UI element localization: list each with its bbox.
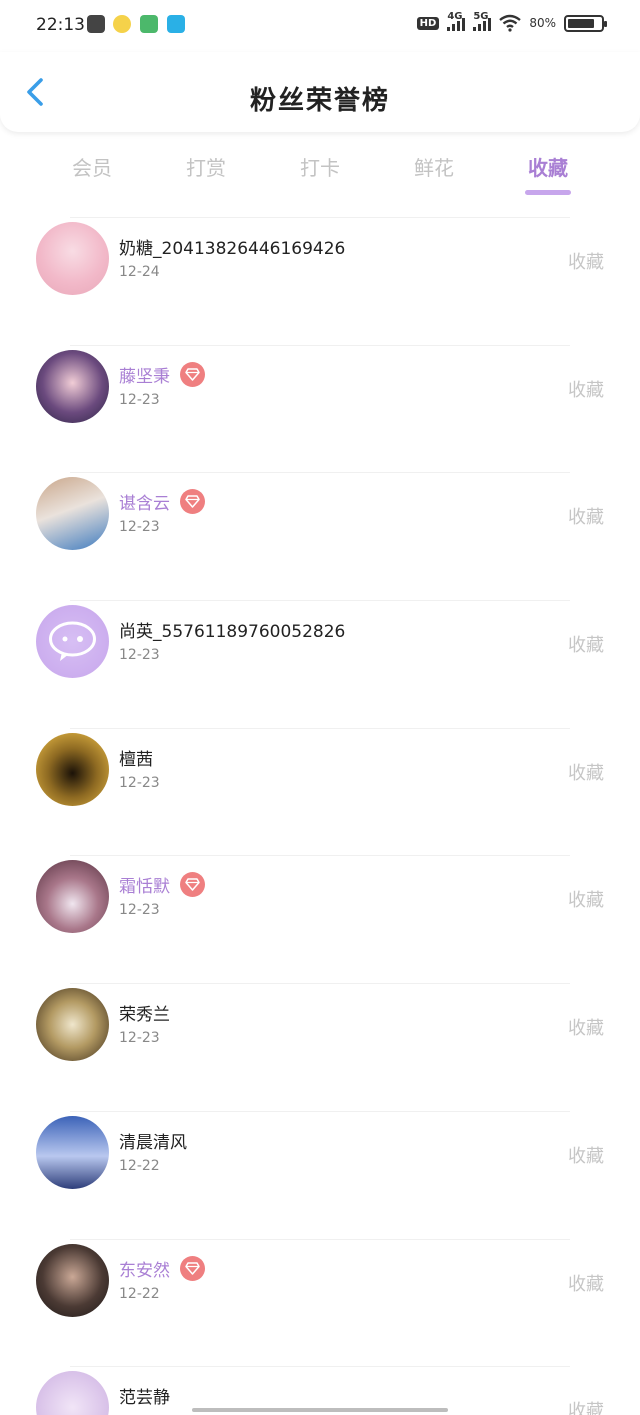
fan-name: 东安然 [119,1260,170,1281]
name-line: 尚英_55761189760052826 [119,617,345,642]
fan-date: 12-23 [119,774,160,791]
fan-row[interactable]: 范芸静收藏 [0,1349,640,1415]
name-line: 奶糖_20413826446169426 [119,234,345,259]
battery-icon [564,14,607,32]
favorite-label: 收藏 [568,507,604,529]
avatar[interactable] [36,605,109,679]
avatar[interactable] [36,1243,109,1317]
tab-checkin[interactable]: 打卡 [265,152,375,181]
battery-fill [568,18,594,28]
app-notification-icon [113,15,131,33]
favorite-label: 收藏 [568,379,604,401]
tab-bar: 会员 打赏 打卡 鲜花 收藏 [0,140,640,200]
avatar[interactable] [36,732,109,806]
row-divider [70,1238,570,1240]
name-line: 荣秀兰 [119,1000,170,1025]
fan-row[interactable]: 奶糖_20413826446169426 12-24 收藏 [0,200,640,328]
favorite-label: 收藏 [568,1273,604,1295]
row-divider [70,983,570,985]
row-divider [70,727,570,729]
vip-diamond-icon [180,872,205,898]
tab-flower[interactable]: 鲜花 [379,152,489,181]
fan-date: 12-23 [119,391,160,408]
name-line: 范芸静 [119,1383,170,1408]
row-divider [70,472,570,474]
name-line: 檀茜 [119,745,153,770]
name-line: 霜恬默 [119,872,205,898]
avatar[interactable] [36,477,109,551]
avatar[interactable] [36,1115,109,1189]
favorite-label: 收藏 [568,1401,604,1415]
fan-name: 霜恬默 [119,877,170,898]
avatar[interactable] [36,349,109,423]
fan-date: 12-24 [119,264,160,280]
wifi-icon [499,14,522,32]
name-line: 谌含云 [119,489,205,515]
active-tab-indicator [525,190,571,195]
status-time: 22:13 [36,15,85,35]
fan-name: 谌含云 [119,494,170,515]
fan-date: 12-23 [119,519,160,536]
favorite-label: 收藏 [568,635,604,657]
favorite-label: 收藏 [568,762,604,784]
fan-row[interactable]: 尚英_55761189760052826 12-23 收藏 [0,583,640,711]
tab-reward[interactable]: 打赏 [151,152,261,181]
vip-diamond-icon [180,1255,205,1281]
fan-date: 12-23 [119,647,160,664]
fan-name: 藤坚秉 [119,366,170,387]
fan-name: 清晨清风 [119,1132,187,1153]
fan-row[interactable]: 谌含云 12-23 收藏 [0,455,640,583]
vip-diamond-icon [180,361,205,387]
default-avatar-icon [49,621,96,662]
row-divider [70,1110,570,1112]
battery-percent: 80% [529,16,556,30]
row-divider [70,600,570,602]
fan-name: 荣秀兰 [119,1005,170,1026]
favorite-label: 收藏 [568,890,604,912]
favorite-label: 收藏 [568,1145,604,1167]
fan-row[interactable]: 荣秀兰 12-23 收藏 [0,966,640,1094]
favorite-label: 收藏 [568,1018,604,1040]
name-line: 清晨清风 [119,1128,187,1153]
tab-member[interactable]: 会员 [37,152,147,181]
fan-list: 奶糖_20413826446169426 12-24 收藏 藤坚秉 12-23 收藏 谌含云… [0,200,640,1415]
fan-date: 12-22 [119,1157,160,1174]
hd-icon: HD [416,16,440,30]
status-bar: 22:13 HD 4G 5G 80% [0,0,640,52]
signal-icon: 4G [447,11,466,31]
header-bar: 粉丝荣誉榜 [0,52,640,132]
avatar[interactable] [36,988,109,1062]
fan-row[interactable]: 檀茜 12-23 收藏 [0,711,640,839]
fan-row[interactable]: 藤坚秉 12-23 收藏 [0,328,640,456]
fan-row[interactable]: 清晨清风 12-22 收藏 [0,1094,640,1222]
fan-row[interactable]: 东安然 12-22 收藏 [0,1222,640,1350]
avatar[interactable] [36,1371,109,1415]
fan-name: 尚英_55761189760052826 [119,622,346,643]
app-notification-icon [140,15,158,33]
name-line: 藤坚秉 [119,361,205,387]
signal-icon: 5G [473,11,492,31]
tab-favorite[interactable]: 收藏 [493,152,603,181]
row-divider [70,1366,570,1368]
vip-diamond-icon [180,489,205,515]
fan-row[interactable]: 霜恬默 12-23 收藏 [0,838,640,966]
fan-date: 12-23 [119,1030,160,1047]
app-notification-icon [167,15,185,33]
home-indicator[interactable] [192,1408,448,1412]
fan-date: 12-22 [119,1285,160,1302]
avatar[interactable] [36,860,109,934]
favorite-label: 收藏 [568,252,604,273]
fan-name: 范芸静 [119,1388,170,1409]
page-title: 粉丝荣誉榜 [249,86,390,116]
row-divider [70,344,570,346]
fan-date: 12-23 [119,902,160,919]
row-divider [70,217,570,218]
fan-name: 奶糖_20413826446169426 [119,239,346,259]
avatar[interactable] [36,222,109,295]
fan-name: 檀茜 [119,749,153,770]
row-divider [70,855,570,857]
app-notification-icon [87,15,105,33]
name-line: 东安然 [119,1255,205,1281]
